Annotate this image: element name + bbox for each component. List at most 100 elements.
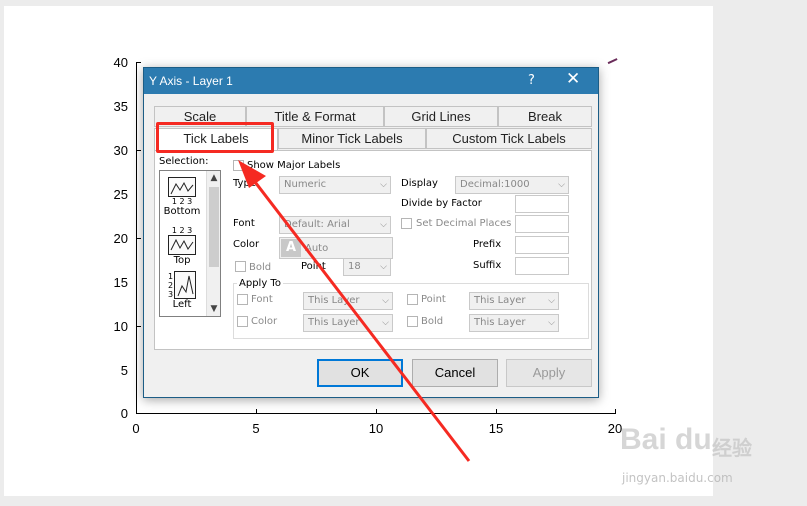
display-label: Display: [401, 178, 438, 189]
baidu-watermark: Bai du 经验 jingyan.baidu.com: [620, 415, 800, 495]
selection-list[interactable]: 1 2 3 Bottom 1 2 3 Top 1 2 3 Left ▲ ▼: [159, 170, 221, 317]
top-axis-numbers: 1 2 3: [171, 226, 193, 235]
selection-item-label: Left: [172, 299, 192, 310]
tab-custom-tick-labels[interactable]: Custom Tick Labels: [426, 128, 592, 149]
top-axis-icon: [168, 235, 196, 255]
apply-point-value: This Layer: [474, 295, 526, 306]
dialog-titlebar[interactable]: Y Axis - Layer 1 ? ✕: [144, 68, 598, 94]
y-tick-mark: [136, 150, 141, 151]
help-icon[interactable]: ?: [528, 73, 535, 88]
point-select[interactable]: 18 ⌵: [343, 258, 391, 276]
color-swatch-icon: A: [281, 239, 301, 257]
bold-checkbox[interactable]: [235, 261, 246, 272]
scroll-thumb[interactable]: [209, 187, 219, 267]
chevron-down-icon: ⌵: [558, 180, 565, 190]
point-value: 18: [348, 261, 361, 272]
show-major-labels-checkbox[interactable]: [233, 160, 244, 171]
apply-color-value: This Layer: [308, 317, 360, 328]
type-label: Type: [233, 178, 256, 189]
font-value: Default: Arial: [284, 219, 350, 230]
set-decimal-places-label: Set Decimal Places: [416, 218, 512, 229]
apply-bold-label: Bold: [421, 316, 444, 327]
watermark-cn: 经验: [712, 436, 752, 460]
apply-point-label: Point: [421, 294, 446, 305]
x-tick-mark: [615, 409, 616, 414]
tab-minor-tick-labels[interactable]: Minor Tick Labels: [278, 128, 426, 149]
tick-labels-panel: Selection: 1 2 3 Bottom 1 2 3 Top 1 2 3: [154, 150, 592, 350]
chevron-down-icon: ⌵: [548, 318, 555, 328]
y-tick-label: 5: [120, 363, 128, 378]
scroll-up-icon[interactable]: ▲: [207, 171, 221, 185]
selection-item-left[interactable]: 1 2 3 Left: [162, 271, 202, 310]
bold-label: Bold: [249, 262, 272, 273]
ok-button[interactable]: OK: [317, 359, 403, 387]
suffix-input[interactable]: [515, 257, 569, 275]
color-value: Auto: [305, 243, 329, 254]
x-tick-label: 10: [368, 421, 384, 436]
point-label: Point: [301, 261, 326, 272]
prefix-input[interactable]: [515, 236, 569, 254]
font-select[interactable]: Default: Arial ⌵: [279, 216, 391, 234]
x-tick-mark: [496, 409, 497, 414]
type-value: Numeric: [284, 179, 327, 190]
selection-item-label: Bottom: [163, 206, 201, 217]
x-tick-label: 0: [132, 421, 140, 436]
apply-button[interactable]: Apply: [506, 359, 592, 387]
close-icon[interactable]: ✕: [566, 71, 580, 88]
suffix-label: Suffix: [473, 260, 502, 271]
bottom-axis-numbers: 1 2 3: [171, 197, 193, 206]
y-tick-label: 40: [113, 55, 128, 70]
bottom-axis-icon: [168, 177, 196, 197]
dialog-title: Y Axis - Layer 1: [149, 74, 233, 88]
apply-color-select[interactable]: This Layer ⌵: [303, 314, 393, 332]
chevron-down-icon: ⌵: [548, 296, 555, 306]
apply-bold-checkbox[interactable]: [407, 316, 418, 327]
chevron-down-icon: ⌵: [380, 262, 387, 272]
apply-font-select[interactable]: This Layer ⌵: [303, 292, 393, 310]
y-axis-dialog: Y Axis - Layer 1 ? ✕ Scale Title & Forma…: [143, 67, 599, 398]
display-select[interactable]: Decimal:1000 ⌵: [455, 176, 569, 194]
scroll-down-icon[interactable]: ▼: [207, 302, 221, 316]
display-value: Decimal:1000: [460, 179, 530, 190]
color-label: Color: [233, 239, 260, 250]
chevron-down-icon: ⌵: [380, 220, 387, 230]
x-tick-mark: [376, 409, 377, 414]
show-major-labels-label: Show Major Labels: [247, 160, 341, 171]
tab-grid-lines[interactable]: Grid Lines: [384, 106, 498, 127]
y-tick-mark: [136, 326, 141, 327]
y-tick-label: 15: [113, 275, 128, 290]
chevron-down-icon: ⌵: [382, 318, 389, 328]
tab-break[interactable]: Break: [498, 106, 592, 127]
divide-by-factor-label: Divide by Factor: [401, 198, 482, 209]
left-axis-numbers: 1 2 3: [167, 271, 174, 299]
left-axis-icon: [174, 271, 197, 299]
selection-label: Selection:: [159, 156, 209, 167]
set-decimal-places-input[interactable]: [515, 215, 569, 233]
apply-to-label: Apply To: [237, 278, 283, 289]
font-label: Font: [233, 218, 255, 229]
apply-color-label: Color: [251, 316, 278, 327]
tick-labels-highlight-box: [156, 122, 274, 153]
selection-item-label: Top: [173, 255, 191, 266]
selection-item-bottom[interactable]: 1 2 3 Bottom: [162, 177, 202, 217]
apply-point-checkbox[interactable]: [407, 294, 418, 305]
x-tick-mark: [256, 409, 257, 414]
cancel-button[interactable]: Cancel: [412, 359, 498, 387]
apply-point-select[interactable]: This Layer ⌵: [469, 292, 559, 310]
color-select[interactable]: A Auto: [279, 237, 393, 259]
y-tick-label: 20: [113, 231, 128, 246]
selection-item-top[interactable]: 1 2 3 Top: [162, 226, 202, 266]
y-tick-mark: [136, 62, 141, 63]
y-tick-label: 25: [113, 187, 128, 202]
set-decimal-places-checkbox[interactable]: [401, 218, 412, 229]
prefix-label: Prefix: [473, 239, 502, 250]
apply-bold-select[interactable]: This Layer ⌵: [469, 314, 559, 332]
divide-by-factor-input[interactable]: [515, 195, 569, 213]
apply-color-checkbox[interactable]: [237, 316, 248, 327]
apply-font-label: Font: [251, 294, 273, 305]
x-tick-label: 5: [252, 421, 260, 436]
y-tick-label: 0: [120, 406, 128, 421]
type-select[interactable]: Numeric ⌵: [279, 176, 391, 194]
selection-scrollbar[interactable]: ▲ ▼: [206, 171, 220, 316]
apply-font-checkbox[interactable]: [237, 294, 248, 305]
